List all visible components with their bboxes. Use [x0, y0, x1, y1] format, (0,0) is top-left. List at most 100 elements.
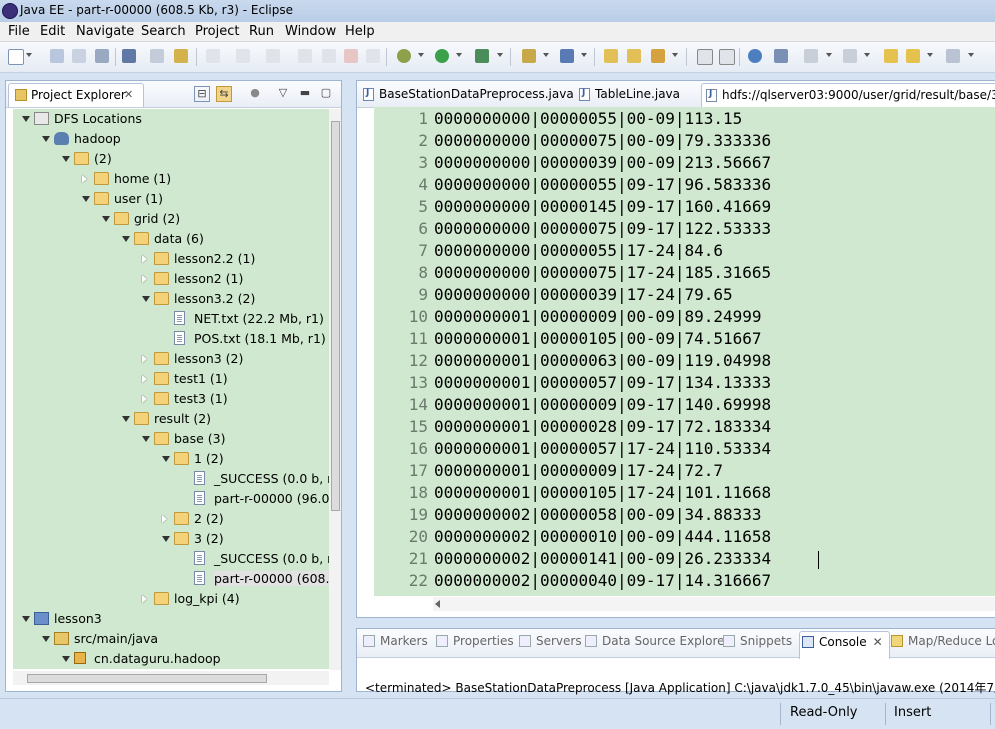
tree-item[interactable]: hadoop: [13, 129, 329, 149]
task-list-icon[interactable]: [150, 49, 164, 63]
step-into-icon[interactable]: [206, 49, 220, 63]
tree-item[interactable]: user (1): [13, 189, 329, 209]
debug-icon[interactable]: [397, 49, 411, 63]
tab-properties[interactable]: Properties: [436, 634, 514, 648]
menu-navigate[interactable]: Navigate: [76, 24, 134, 39]
tree-item[interactable]: cn.dataguru.hadoop: [13, 649, 329, 669]
editor-horizontal-scrollbar[interactable]: [433, 597, 995, 611]
suspend-icon[interactable]: [322, 49, 336, 63]
chevron-down-icon[interactable]: [581, 53, 587, 57]
collapsed-twisty-icon[interactable]: [142, 395, 147, 403]
chevron-down-icon[interactable]: [672, 53, 678, 57]
show-whitespace-icon[interactable]: [719, 49, 735, 65]
tree-item[interactable]: part-r-00000 (608.: [13, 569, 329, 589]
menu-project[interactable]: Project: [195, 24, 239, 39]
tab-project-explorer[interactable]: Project Explorer ✕: [8, 83, 144, 107]
tree-item[interactable]: DFS Locations: [13, 109, 329, 129]
last-edit-icon[interactable]: [884, 49, 898, 63]
tree-item[interactable]: NET.txt (22.2 Mb, r1): [13, 309, 329, 329]
toggle-mark-icon[interactable]: [697, 49, 713, 65]
menu-window[interactable]: Window: [285, 24, 336, 39]
tree-item[interactable]: _SUCCESS (0.0 b, r: [13, 469, 329, 489]
expanded-twisty-icon[interactable]: [142, 436, 150, 442]
tab-basestation-java[interactable]: BaseStationDataPreprocess.java: [359, 83, 574, 107]
web-browser-icon[interactable]: [748, 49, 762, 63]
expanded-twisty-icon[interactable]: [62, 656, 70, 662]
expanded-twisty-icon[interactable]: [82, 196, 90, 202]
tree-item[interactable]: lesson2 (1): [13, 269, 329, 289]
tree-item[interactable]: 1 (2): [13, 449, 329, 469]
run-external-icon[interactable]: [475, 49, 489, 63]
terminate-icon[interactable]: [344, 49, 358, 63]
close-icon[interactable]: ✕: [873, 635, 883, 649]
search-icon[interactable]: [651, 49, 665, 63]
collapsed-twisty-icon[interactable]: [82, 175, 87, 183]
scrollbar-thumb[interactable]: [331, 121, 340, 511]
expanded-twisty-icon[interactable]: [42, 136, 50, 142]
tree-item[interactable]: lesson3: [13, 609, 329, 629]
tab-markers[interactable]: Markers: [363, 634, 428, 648]
expanded-twisty-icon[interactable]: [22, 116, 30, 122]
save-all-icon[interactable]: [72, 49, 86, 63]
tree-item[interactable]: test3 (1): [13, 389, 329, 409]
step-return-icon[interactable]: [266, 49, 280, 63]
format-icon[interactable]: [174, 49, 188, 63]
open-type-icon[interactable]: [604, 49, 618, 63]
open-folder-icon[interactable]: [627, 49, 641, 63]
tree-item[interactable]: (2): [13, 149, 329, 169]
menu-edit[interactable]: Edit: [40, 24, 65, 39]
tree-item[interactable]: test1 (1): [13, 369, 329, 389]
menu-help[interactable]: Help: [345, 24, 375, 39]
print-icon[interactable]: [95, 49, 109, 63]
collapsed-twisty-icon[interactable]: [162, 515, 167, 523]
tab-servers[interactable]: Servers: [519, 634, 582, 648]
skip-breakpoints-icon[interactable]: [122, 49, 136, 63]
chevron-down-icon[interactable]: [26, 53, 32, 57]
tree-horizontal-scrollbar[interactable]: [13, 671, 329, 685]
collapse-all-icon[interactable]: ⊟: [194, 86, 210, 102]
new-server-icon[interactable]: [522, 49, 536, 63]
tree-item[interactable]: home (1): [13, 169, 329, 189]
scrollbar-thumb[interactable]: [27, 674, 267, 683]
step-over-icon[interactable]: [236, 49, 250, 63]
expanded-twisty-icon[interactable]: [62, 156, 70, 162]
save-icon[interactable]: [50, 49, 64, 63]
tree-item[interactable]: _SUCCESS (0.0 b, r: [13, 549, 329, 569]
tree-item[interactable]: result (2): [13, 409, 329, 429]
expanded-twisty-icon[interactable]: [162, 456, 170, 462]
tree-item[interactable]: src/main/java: [13, 629, 329, 649]
tree-item[interactable]: 2 (2): [13, 509, 329, 529]
new-icon[interactable]: [8, 49, 24, 65]
tree-item[interactable]: log_kpi (4): [13, 589, 329, 609]
expanded-twisty-icon[interactable]: [142, 296, 150, 302]
tree-item[interactable]: part-r-00000 (96.0: [13, 489, 329, 509]
expanded-twisty-icon[interactable]: [102, 216, 110, 222]
collapsed-twisty-icon[interactable]: [142, 275, 147, 283]
link-with-editor-icon[interactable]: ⇆: [216, 86, 232, 102]
tree-item[interactable]: grid (2): [13, 209, 329, 229]
tree-item[interactable]: 3 (2): [13, 529, 329, 549]
chevron-down-icon[interactable]: [927, 53, 933, 57]
chevron-down-icon[interactable]: [826, 53, 832, 57]
run-icon[interactable]: [435, 49, 449, 63]
chevron-down-icon[interactable]: [497, 53, 503, 57]
collapsed-twisty-icon[interactable]: [142, 255, 147, 263]
minimize-icon[interactable]: ▬: [298, 86, 312, 100]
collapsed-twisty-icon[interactable]: [142, 595, 147, 603]
view-menu-icon[interactable]: ▽: [276, 86, 290, 100]
expanded-twisty-icon[interactable]: [42, 636, 50, 642]
disconnect-icon[interactable]: [366, 49, 380, 63]
scroll-left-icon[interactable]: [435, 600, 440, 608]
tree-item[interactable]: base (3): [13, 429, 329, 449]
menu-search[interactable]: Search: [141, 24, 186, 39]
tab-map-reduce-locations[interactable]: Map/Reduce Loc: [891, 634, 995, 648]
expanded-twisty-icon[interactable]: [162, 536, 170, 542]
tab-snippets[interactable]: Snippets: [723, 634, 792, 648]
menu-file[interactable]: File: [8, 24, 30, 39]
tab-data-source-explorer[interactable]: Data Source Explorer: [585, 634, 729, 648]
menu-run[interactable]: Run: [249, 24, 274, 39]
tab-tableline-java[interactable]: TableLine.java: [575, 83, 697, 107]
close-icon[interactable]: ✕: [124, 88, 133, 101]
maximize-icon[interactable]: ▢: [319, 86, 333, 100]
expanded-twisty-icon[interactable]: [122, 416, 130, 422]
